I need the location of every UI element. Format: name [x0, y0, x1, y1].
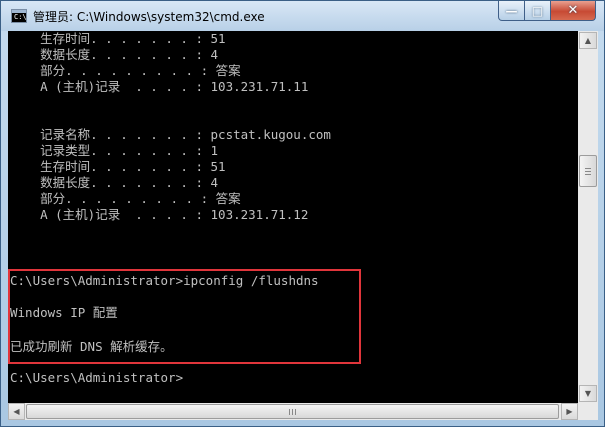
console-prompt: C:\Users\Administrator>	[10, 370, 184, 385]
grip-line	[585, 171, 591, 172]
close-button[interactable]: ✕	[551, 1, 596, 21]
console-line: 生存时间. . . . . . . : 51	[10, 31, 226, 46]
console-line: 部分. . . . . . . . . : 答案	[10, 191, 241, 206]
console-line: 记录名称. . . . . . . : pcstat.kugou.com	[10, 127, 331, 142]
horizontal-scrollbar[interactable]: ◀ ▶	[8, 403, 578, 420]
grip-line	[585, 174, 591, 175]
console-output[interactable]: 生存时间. . . . . . . : 51 数据长度. . . . . . .…	[8, 31, 578, 403]
grip-line	[295, 409, 296, 415]
scroll-up-button[interactable]: ▲	[579, 32, 597, 49]
scrollbar-corner	[578, 403, 598, 420]
grip-line	[292, 409, 293, 415]
scroll-left-button[interactable]: ◀	[8, 403, 25, 420]
window-title: 管理员: C:\Windows\system32\cmd.exe	[33, 10, 265, 24]
icon-prompt-text: C:\	[14, 13, 27, 21]
scroll-down-button[interactable]: ▼	[579, 385, 597, 402]
horizontal-scroll-thumb[interactable]	[26, 404, 559, 419]
console-line: 部分. . . . . . . . . : 答案	[10, 63, 241, 78]
vertical-scrollbar[interactable]: ▲ ▼	[578, 31, 598, 403]
console-line: 数据长度. . . . . . . : 4	[10, 175, 219, 190]
minimize-button[interactable]: —	[498, 1, 525, 21]
console-line: 生存时间. . . . . . . : 51	[10, 159, 226, 174]
highlight-annotation-box	[8, 269, 361, 364]
console-line: 记录类型. . . . . . . : 1	[10, 143, 219, 158]
grip-line	[289, 409, 290, 415]
grip-line	[585, 168, 591, 169]
scroll-right-button[interactable]: ▶	[561, 403, 578, 420]
window-controls: — □ ✕	[498, 1, 596, 21]
console-line: A (主机)记录 . . . . : 103.231.71.11	[10, 79, 309, 94]
console-line: 数据长度. . . . . . . : 4	[10, 47, 219, 62]
vertical-scroll-thumb[interactable]	[579, 155, 597, 187]
title-bar[interactable]: C:\ 管理员: C:\Windows\system32\cmd.exe — □…	[1, 1, 604, 31]
maximize-button[interactable]: □	[525, 1, 551, 21]
cmd-icon[interactable]: C:\	[11, 9, 27, 23]
console-line: A (主机)记录 . . . . : 103.231.71.12	[10, 207, 309, 222]
cmd-window: C:\ 管理员: C:\Windows\system32\cmd.exe — □…	[0, 0, 605, 427]
